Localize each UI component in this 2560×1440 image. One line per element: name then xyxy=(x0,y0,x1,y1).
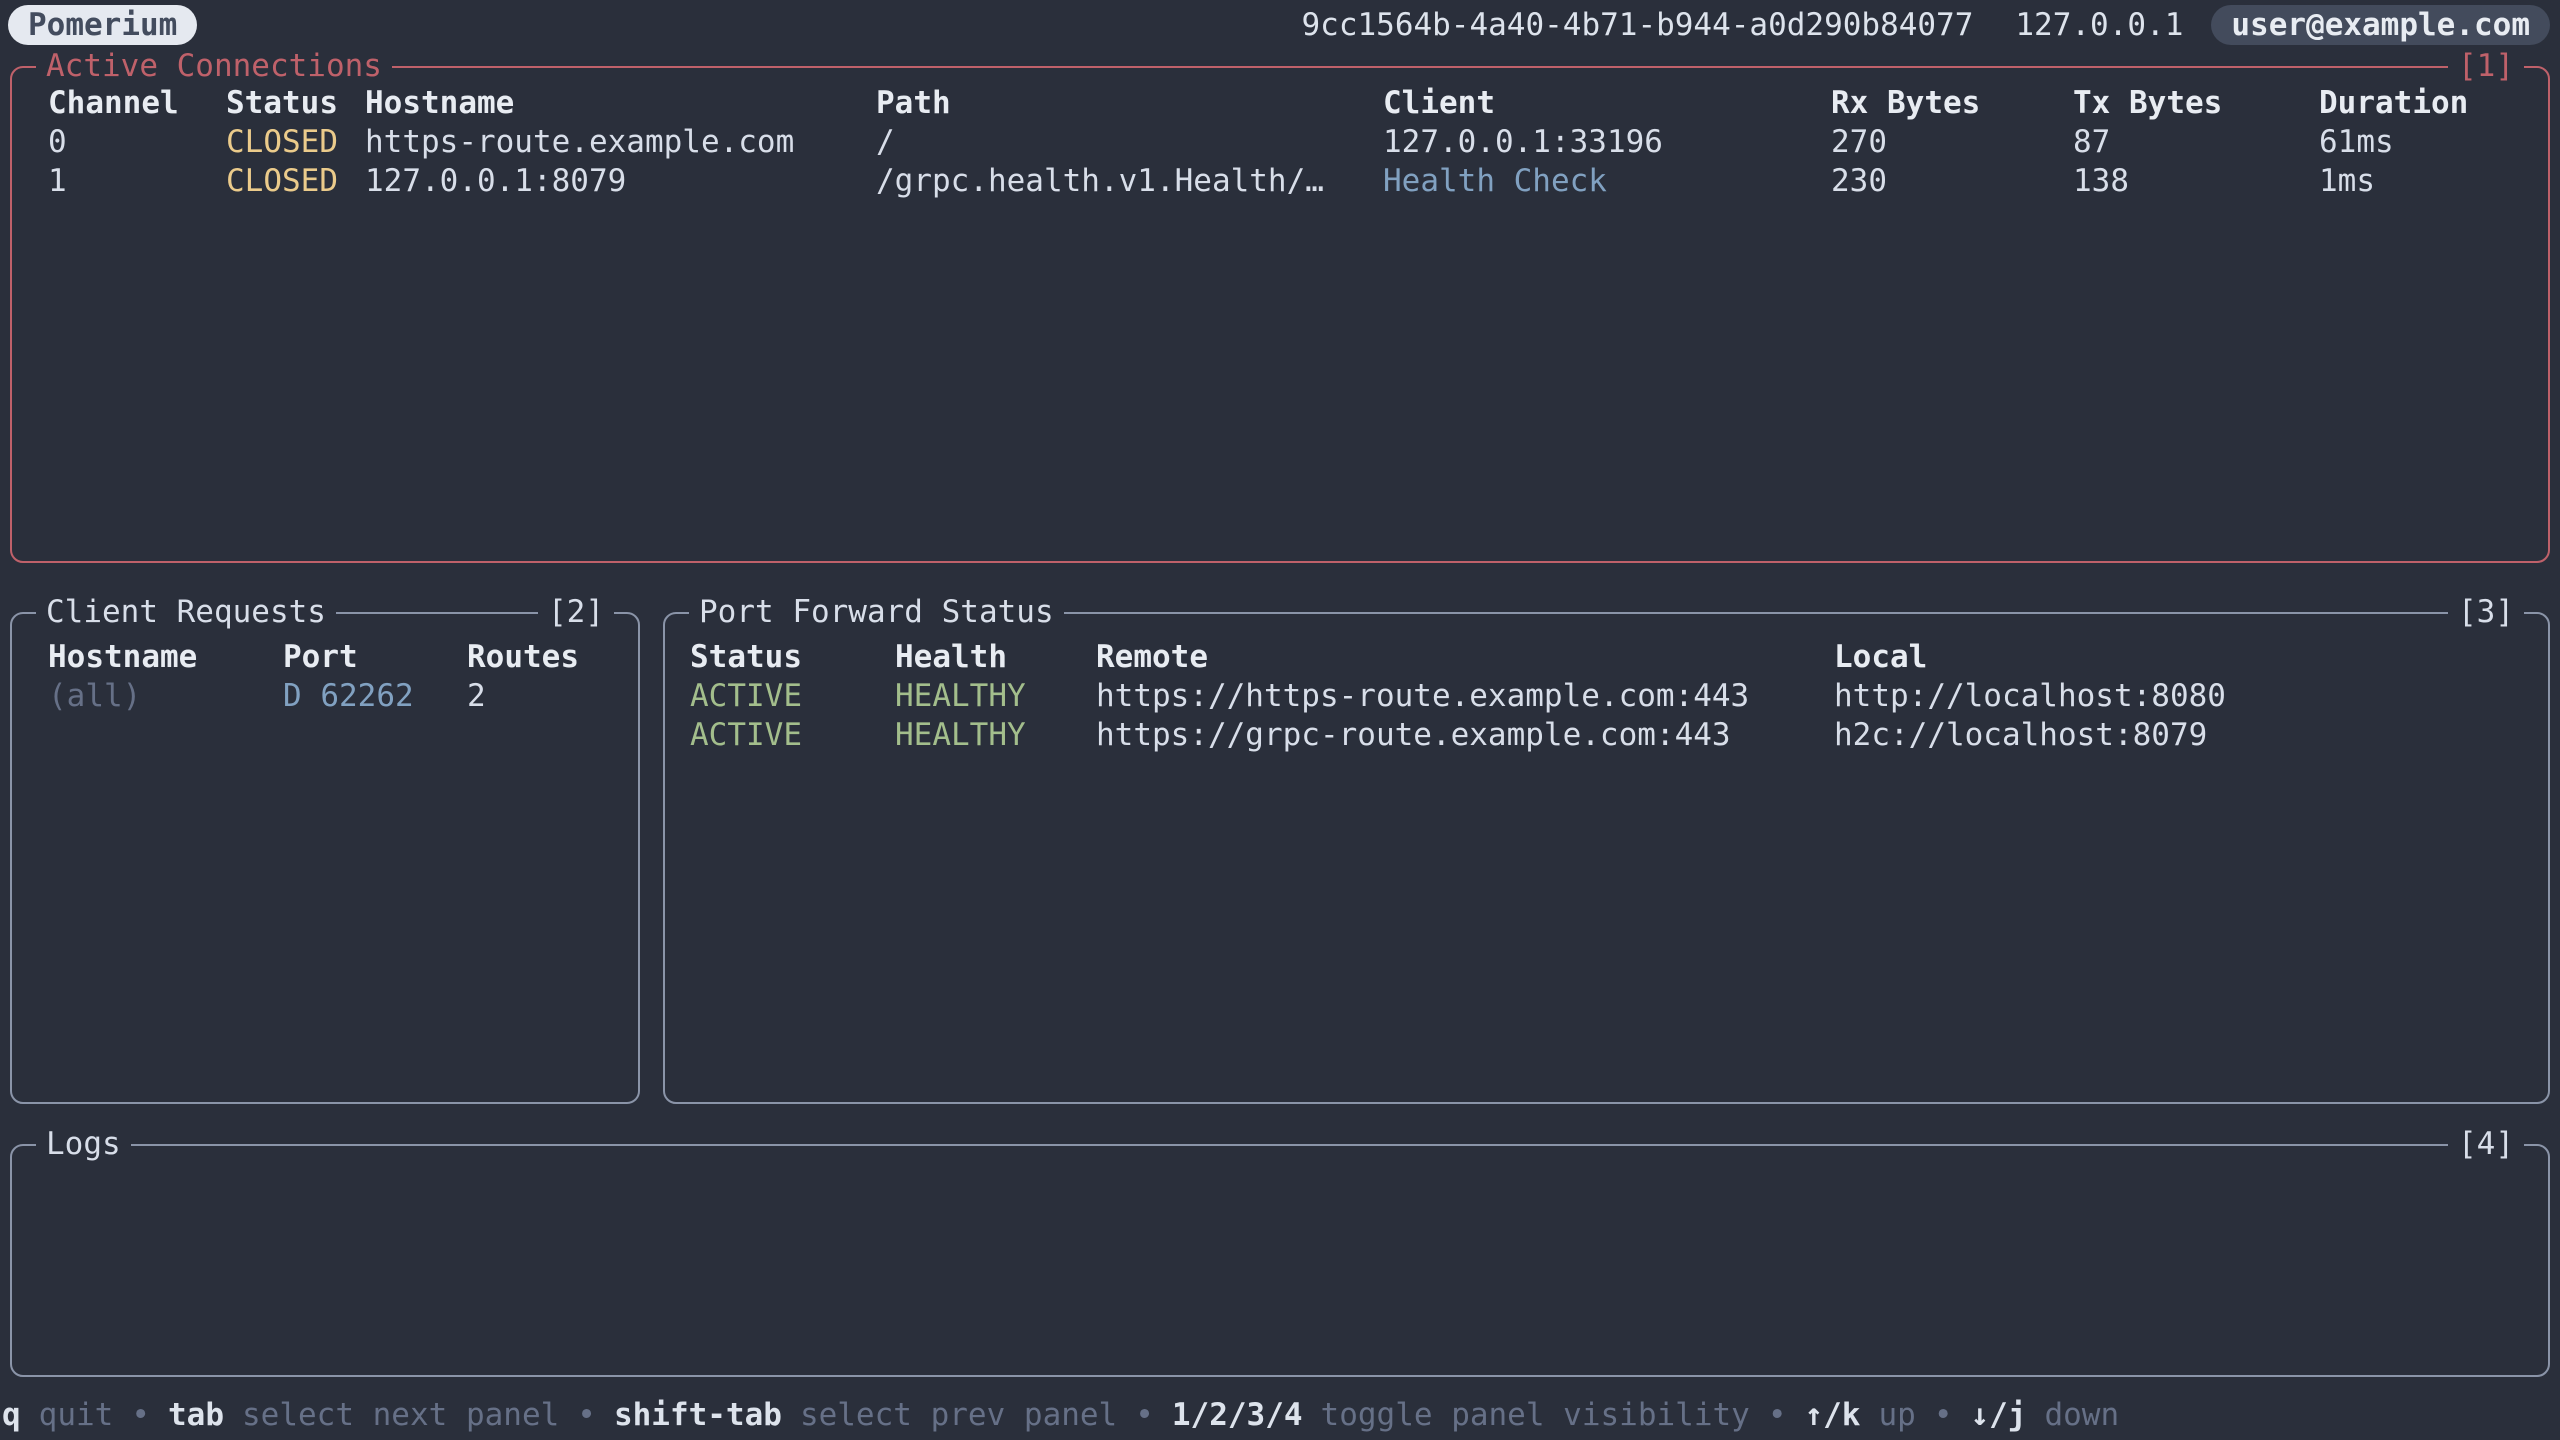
bullet-separator: • xyxy=(1934,1397,1953,1433)
col-rx-bytes: Rx Bytes xyxy=(1831,84,1980,123)
cell-local: h2c://localhost:8079 xyxy=(1834,716,2207,755)
cell-remote: https://https-route.example.com:443 xyxy=(1096,677,1749,716)
connections-header-row: Channel Status Hostname Path Client Rx B… xyxy=(12,84,2548,123)
col-port: Port xyxy=(283,638,358,677)
cell-status: CLOSED xyxy=(226,162,338,201)
cell-status: CLOSED xyxy=(226,123,338,162)
connection-row[interactable]: 1 CLOSED 127.0.0.1:8079 /grpc.health.v1.… xyxy=(12,162,2548,201)
forwards-header-row: Status Health Remote Local xyxy=(665,638,2548,677)
panel-title: Logs xyxy=(36,1125,131,1164)
shortcut-key: q xyxy=(2,1397,21,1433)
terminal-screen: Pomerium 9cc1564b-4a40-4b71-b944-a0d290b… xyxy=(0,0,2560,1440)
panel-title: Port Forward Status xyxy=(689,593,1064,632)
bullet-separator: • xyxy=(131,1397,150,1433)
cell-rx-bytes: 270 xyxy=(1831,123,1887,162)
cell-local: http://localhost:8080 xyxy=(1834,677,2226,716)
col-hostname: Hostname xyxy=(48,638,197,677)
panel-hotkey-label: [1] xyxy=(2448,47,2524,86)
panel-hotkey-label: [4] xyxy=(2448,1125,2524,1164)
request-row[interactable]: (all) D 62262 2 xyxy=(12,677,638,716)
panel-hotkey-label: [3] xyxy=(2448,593,2524,632)
col-remote: Remote xyxy=(1096,638,1208,677)
bullet-separator: • xyxy=(577,1397,596,1433)
bullet-separator: • xyxy=(1135,1397,1154,1433)
cell-tx-bytes: 87 xyxy=(2073,123,2110,162)
col-duration: Duration xyxy=(2319,84,2468,123)
cell-channel: 0 xyxy=(48,123,67,162)
cell-hostname: https-route.example.com xyxy=(365,123,794,162)
col-routes: Routes xyxy=(467,638,579,677)
cell-hostname: (all) xyxy=(48,677,141,716)
cell-client: 127.0.0.1:33196 xyxy=(1383,123,1663,162)
cell-remote: https://grpc-route.example.com:443 xyxy=(1096,716,1731,755)
col-local: Local xyxy=(1834,638,1927,677)
shortcut-desc: select next panel xyxy=(242,1397,559,1433)
cell-channel: 1 xyxy=(48,162,67,201)
cell-client: Health Check xyxy=(1383,162,1607,201)
cell-tx-bytes: 138 xyxy=(2073,162,2129,201)
requests-header-row: Hostname Port Routes xyxy=(12,638,638,677)
shortcut-key: ↑/k xyxy=(1804,1397,1860,1433)
forward-row[interactable]: ACTIVE HEALTHY https://https-route.examp… xyxy=(665,677,2548,716)
host-address: 127.0.0.1 xyxy=(2015,5,2183,45)
cell-hostname: 127.0.0.1:8079 xyxy=(365,162,626,201)
cell-duration: 1ms xyxy=(2319,162,2375,201)
shortcut-key: 1/2/3/4 xyxy=(1172,1397,1303,1433)
session-id: 9cc1564b-4a40-4b71-b944-a0d290b84077 xyxy=(1302,5,1974,45)
cell-status: ACTIVE xyxy=(690,716,802,755)
panel-title: Client Requests xyxy=(36,593,336,632)
cell-health: HEALTHY xyxy=(895,716,1026,755)
bullet-separator: • xyxy=(1768,1397,1787,1433)
user-badge: user@example.com xyxy=(2211,5,2550,45)
cell-path: /grpc.health.v1.Health/… xyxy=(876,162,1324,201)
shortcut-desc: quit xyxy=(39,1397,114,1433)
shortcut-desc: down xyxy=(2044,1397,2119,1433)
cell-routes: 2 xyxy=(467,677,486,716)
col-health: Health xyxy=(895,638,1007,677)
shortcut-bar: qquit • tab select next panel • shift-tab… xyxy=(2,1394,2558,1436)
shortcut-desc: select prev panel xyxy=(800,1397,1117,1433)
top-bar-right: 9cc1564b-4a40-4b71-b944-a0d290b84077 127… xyxy=(1302,5,2551,45)
col-client: Client xyxy=(1383,84,1495,123)
forward-row[interactable]: ACTIVE HEALTHY https://grpc-route.exampl… xyxy=(665,716,2548,755)
panel-client-requests[interactable]: Client Requests [2] Hostname Port Routes… xyxy=(10,612,640,1104)
shortcut-desc: up xyxy=(1878,1397,1915,1433)
col-tx-bytes: Tx Bytes xyxy=(2073,84,2222,123)
col-path: Path xyxy=(876,84,951,123)
shortcut-key: shift-tab xyxy=(614,1397,782,1433)
cell-status: ACTIVE xyxy=(690,677,802,716)
panel-hotkey-label: [2] xyxy=(538,593,614,632)
app-badge: Pomerium xyxy=(8,5,197,45)
col-hostname: Hostname xyxy=(365,84,514,123)
col-channel: Channel xyxy=(48,84,179,123)
cell-duration: 61ms xyxy=(2319,123,2394,162)
panel-active-connections[interactable]: Active Connections [1] Channel Status Ho… xyxy=(10,66,2550,563)
connection-row[interactable]: 0 CLOSED https-route.example.com / 127.0… xyxy=(12,123,2548,162)
col-status: Status xyxy=(690,638,802,677)
shortcut-key: ↓/j xyxy=(1970,1397,2026,1433)
panel-logs[interactable]: Logs [4] xyxy=(10,1144,2550,1377)
cell-health: HEALTHY xyxy=(895,677,1026,716)
cell-path: / xyxy=(876,123,895,162)
cell-rx-bytes: 230 xyxy=(1831,162,1887,201)
shortcut-desc: toggle panel visibility xyxy=(1321,1397,1750,1433)
cell-port: D 62262 xyxy=(283,677,414,716)
col-status: Status xyxy=(226,84,338,123)
panel-port-forward-status[interactable]: Port Forward Status [3] Status Health Re… xyxy=(663,612,2550,1104)
top-bar: Pomerium 9cc1564b-4a40-4b71-b944-a0d290b… xyxy=(0,0,2560,52)
panel-title: Active Connections xyxy=(36,47,392,86)
shortcut-key: tab xyxy=(168,1397,224,1433)
